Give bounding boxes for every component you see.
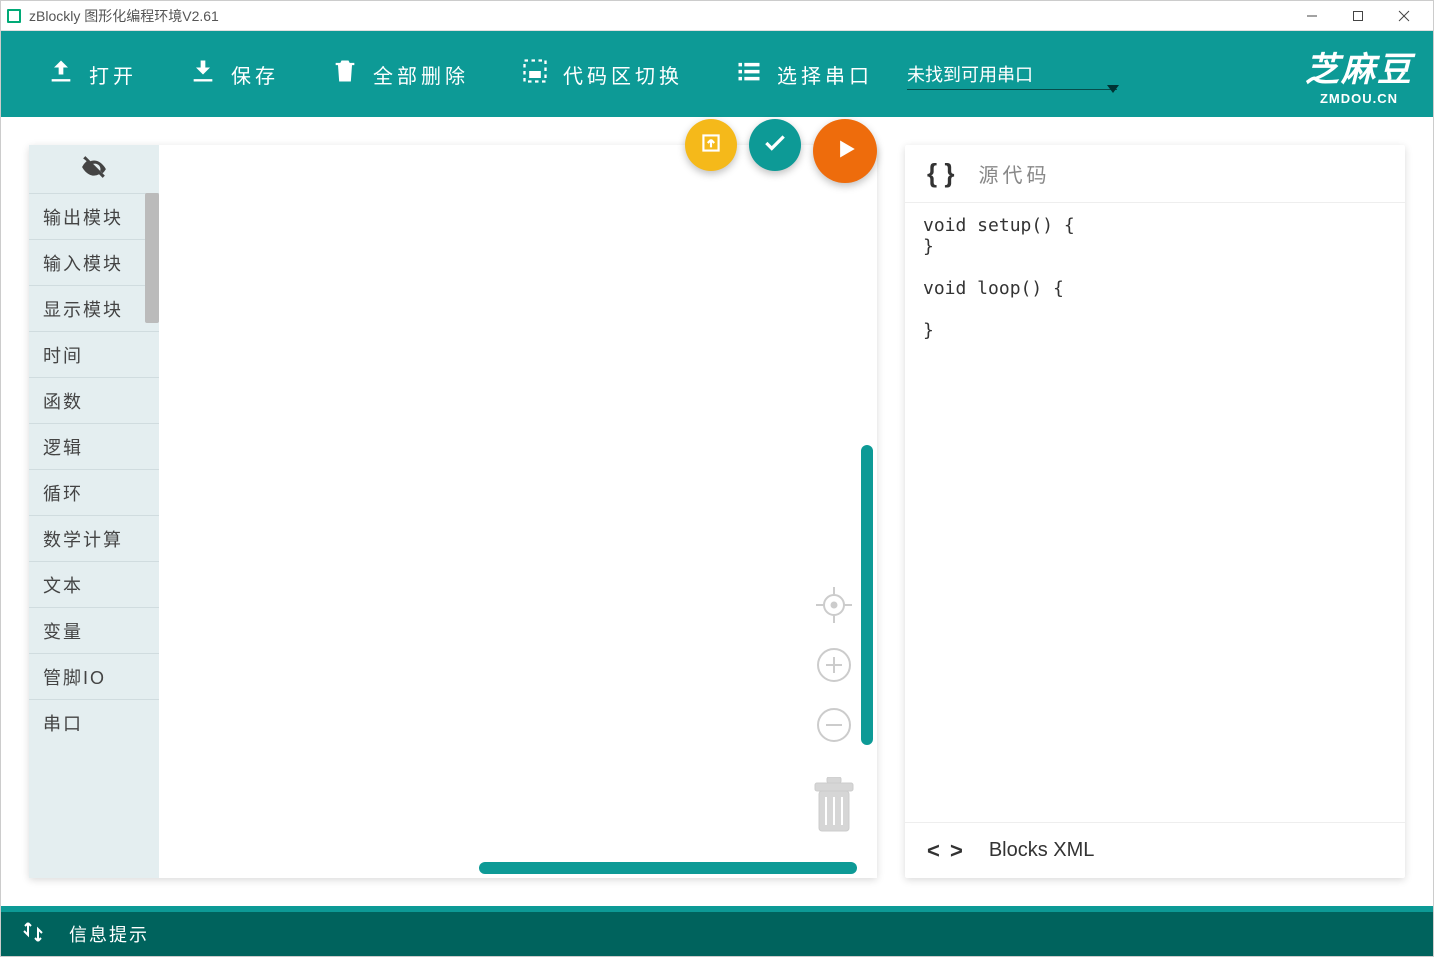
eye-off-icon xyxy=(81,154,107,185)
export-button[interactable] xyxy=(685,119,737,171)
target-icon xyxy=(814,585,854,630)
trash-button[interactable] xyxy=(809,777,859,840)
workspace-controls xyxy=(809,583,859,840)
code-panel-header[interactable]: { } 源代码 xyxy=(905,145,1405,203)
brand-logo: 芝麻豆 ZMDOU.CN xyxy=(1305,42,1413,106)
category-list: 输出模块 输入模块 显示模块 时间 函数 逻辑 循环 数学计算 文本 变量 管脚… xyxy=(29,145,159,878)
list-icon xyxy=(735,57,763,91)
plus-icon xyxy=(814,645,854,690)
transfer-icon xyxy=(21,920,45,949)
workspace-scrollbar-vertical[interactable] xyxy=(861,445,873,745)
verify-button[interactable] xyxy=(749,119,801,171)
toggle-code-icon xyxy=(521,57,549,91)
category-item[interactable]: 管脚IO xyxy=(29,653,159,699)
category-scrollbar[interactable] xyxy=(145,193,159,323)
code-panel: { } 源代码 void setup() { } void loop() { }… xyxy=(905,145,1405,878)
toggle-visibility-button[interactable] xyxy=(29,145,159,193)
download-icon xyxy=(189,57,217,91)
dropdown-indicator xyxy=(907,89,1117,90)
blocks-xml-label: Blocks XML xyxy=(989,839,1095,862)
titlebar: zBlockly 图形化编程环境V2.61 xyxy=(1,1,1433,31)
category-item[interactable]: 串口 xyxy=(29,699,159,745)
app-window: zBlockly 图形化编程环境V2.61 打开 保存 xyxy=(0,0,1434,957)
window-controls xyxy=(1289,1,1427,31)
category-item[interactable]: 逻辑 xyxy=(29,423,159,469)
open-button[interactable]: 打开 xyxy=(21,31,163,117)
trash-icon xyxy=(331,57,359,91)
angle-brackets-icon: < > xyxy=(927,838,965,864)
code-text: void setup() { } void loop() { } xyxy=(905,203,1405,822)
zoom-out-button[interactable] xyxy=(810,703,858,751)
block-canvas[interactable] xyxy=(159,145,877,878)
minus-icon xyxy=(814,705,854,750)
window-title: zBlockly 图形化编程环境V2.61 xyxy=(29,6,1289,26)
select-serial-button[interactable]: 选择串口 xyxy=(709,31,899,117)
upload-icon xyxy=(47,57,75,91)
braces-icon: { } xyxy=(927,158,954,189)
toggle-code-button[interactable]: 代码区切换 xyxy=(495,31,709,117)
center-button[interactable] xyxy=(810,583,858,631)
serial-port-dropdown[interactable]: 未找到可用串口 xyxy=(907,59,1117,90)
category-item[interactable]: 循环 xyxy=(29,469,159,515)
toggle-code-label: 代码区切换 xyxy=(563,60,683,89)
content-area: 输出模块 输入模块 显示模块 时间 函数 逻辑 循环 数学计算 文本 变量 管脚… xyxy=(1,117,1433,906)
minimize-button[interactable] xyxy=(1289,1,1335,31)
open-label: 打开 xyxy=(89,60,137,89)
save-label: 保存 xyxy=(231,60,279,89)
category-item[interactable]: 函数 xyxy=(29,377,159,423)
category-item[interactable]: 显示模块 xyxy=(29,285,159,331)
export-icon xyxy=(698,130,724,161)
code-panel-title: 源代码 xyxy=(978,159,1050,188)
blockly-workspace: 输出模块 输入模块 显示模块 时间 函数 逻辑 循环 数学计算 文本 变量 管脚… xyxy=(29,145,877,878)
logo-text-2: ZMDOU.CN xyxy=(1320,91,1398,106)
trashcan-icon xyxy=(809,822,859,839)
app-icon xyxy=(7,9,21,23)
canvas-action-buttons xyxy=(685,119,877,183)
category-item[interactable]: 变量 xyxy=(29,607,159,653)
category-item[interactable]: 输出模块 xyxy=(29,193,159,239)
save-button[interactable]: 保存 xyxy=(163,31,305,117)
zoom-in-button[interactable] xyxy=(810,643,858,691)
category-item[interactable]: 数学计算 xyxy=(29,515,159,561)
delete-all-button[interactable]: 全部删除 xyxy=(305,31,495,117)
run-button[interactable] xyxy=(813,119,877,183)
logo-text-1: 芝麻豆 xyxy=(1305,42,1413,91)
select-serial-label: 选择串口 xyxy=(777,60,873,89)
close-button[interactable] xyxy=(1381,1,1427,31)
main-toolbar: 打开 保存 全部删除 代码区切换 选择串口 未找到可用串 xyxy=(1,31,1433,117)
workspace-scrollbar-horizontal[interactable] xyxy=(479,862,857,874)
check-icon xyxy=(762,130,788,161)
status-bar[interactable]: 信息提示 xyxy=(1,906,1433,956)
category-item[interactable]: 时间 xyxy=(29,331,159,377)
category-item[interactable]: 文本 xyxy=(29,561,159,607)
status-label: 信息提示 xyxy=(69,921,149,947)
code-panel-footer[interactable]: < > Blocks XML xyxy=(905,822,1405,878)
play-icon xyxy=(832,136,858,167)
category-items: 输出模块 输入模块 显示模块 时间 函数 逻辑 循环 数学计算 文本 变量 管脚… xyxy=(29,193,159,878)
maximize-button[interactable] xyxy=(1335,1,1381,31)
serial-status-text: 未找到可用串口 xyxy=(907,59,1117,89)
category-item[interactable]: 输入模块 xyxy=(29,239,159,285)
delete-all-label: 全部删除 xyxy=(373,60,469,89)
